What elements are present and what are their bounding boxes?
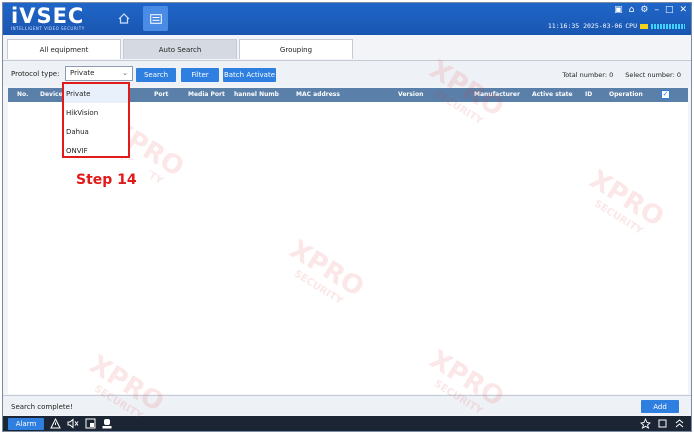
home-nav-button[interactable] — [111, 6, 136, 31]
tab-grouping[interactable]: Grouping — [239, 39, 353, 59]
filter-button[interactable]: Filter — [181, 68, 219, 82]
minimize-icon[interactable]: – — [654, 5, 659, 15]
total-number: Total number: 0 — [562, 71, 614, 79]
layout-icon[interactable]: ▣ — [614, 5, 623, 15]
bottom-right-icons — [640, 418, 685, 429]
app-window: iVSEC INTELLIGENT VIDEO SECURITY ▣ ⌂ ⚙ –… — [2, 2, 692, 432]
column-version[interactable]: Version — [398, 91, 423, 98]
cpu-meter — [651, 23, 685, 29]
device-counts: Total number: 0 Select number: 0 — [562, 71, 681, 79]
bottom-left-icons — [50, 418, 112, 429]
header-bar: iVSEC INTELLIGENT VIDEO SECURITY ▣ ⌂ ⚙ –… — [3, 3, 691, 35]
alarm-button[interactable]: Alarm — [8, 418, 44, 430]
column-channel-number[interactable]: hannel Numb — [234, 91, 279, 98]
column-port[interactable]: Port — [154, 91, 168, 98]
device-manager-nav-button[interactable] — [143, 6, 168, 31]
fullscreen-icon[interactable] — [657, 418, 668, 429]
column-device[interactable]: Device — [40, 91, 63, 98]
column-no[interactable]: No. — [17, 91, 28, 98]
bottom-taskbar: Alarm — [3, 416, 691, 431]
window-controls: ▣ ⌂ ⚙ – □ ✕ — [614, 5, 687, 15]
chevron-up-icon[interactable] — [674, 418, 685, 429]
logo: iVSEC INTELLIGENT VIDEO SECURITY — [11, 5, 85, 33]
tab-all-equipment[interactable]: All equipment — [7, 39, 121, 59]
warning-icon[interactable] — [50, 418, 61, 429]
device-list-icon — [149, 13, 162, 24]
step-annotation: Step 14 — [64, 160, 150, 200]
column-manufacturer[interactable]: Manufacturer — [474, 91, 520, 98]
batch-activate-button[interactable]: Batch Activate — [223, 68, 276, 82]
add-button[interactable]: Add — [641, 400, 679, 413]
user-icon[interactable] — [102, 418, 112, 429]
tab-auto-search[interactable]: Auto Search — [123, 39, 237, 59]
protocol-type-label: Protocol type: — [11, 70, 60, 78]
select-number: Select number: 0 — [625, 71, 681, 79]
cpu-meter-lead — [640, 23, 648, 29]
settings-icon[interactable]: ⚙ — [640, 5, 648, 15]
device-tabs: All equipment Auto Search Grouping — [7, 39, 355, 59]
column-active-state[interactable]: Active state — [532, 91, 573, 98]
pin-icon[interactable] — [640, 418, 651, 429]
dropdown-option-onvif[interactable]: ONVIF — [64, 141, 128, 160]
cpu-label: CPU — [625, 22, 637, 30]
checkmark-icon: ✓ — [662, 90, 669, 98]
select-all-checkbox[interactable]: ✓ — [661, 90, 670, 99]
search-button[interactable]: Search — [136, 68, 176, 82]
status-bar: Search complete! Add — [3, 395, 691, 415]
close-icon[interactable]: ✕ — [679, 5, 687, 15]
logo-tagline: INTELLIGENT VIDEO SECURITY — [11, 26, 85, 31]
maximize-icon[interactable]: □ — [665, 5, 674, 15]
search-status-text: Search complete! — [11, 403, 73, 411]
protocol-type-value: Private — [70, 69, 95, 77]
column-operation[interactable]: Operation — [609, 91, 643, 98]
protocol-type-dropdown: Private HikVision Dahua ONVIF — [62, 82, 130, 158]
screen-icon[interactable] — [85, 418, 96, 429]
dropdown-option-private[interactable]: Private — [64, 84, 128, 103]
logo-text: iVSEC — [11, 4, 85, 28]
dropdown-option-hikvision[interactable]: HikVision — [64, 103, 128, 122]
home-icon — [118, 13, 129, 24]
protocol-type-select[interactable]: Private ⌄ — [65, 66, 133, 81]
volume-icon[interactable] — [67, 418, 79, 429]
chevron-down-icon: ⌄ — [122, 69, 128, 77]
column-media-port[interactable]: Media Port — [188, 91, 225, 98]
column-mac-address[interactable]: MAC address — [296, 91, 340, 98]
datetime: 11:16:35 2025-03-06 — [547, 22, 623, 30]
lock-icon[interactable]: ⌂ — [629, 5, 635, 15]
column-id[interactable]: ID — [585, 91, 592, 98]
dropdown-option-dahua[interactable]: Dahua — [64, 122, 128, 141]
system-status: 11:16:35 2025-03-06 CPU — [548, 22, 685, 30]
